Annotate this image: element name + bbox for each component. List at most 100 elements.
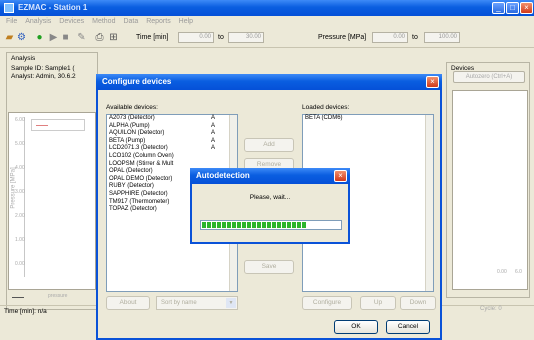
chevron-down-icon[interactable]: ▼ <box>226 298 236 308</box>
menu-help[interactable]: Help <box>179 16 193 28</box>
loaded-scrollbar[interactable] <box>425 115 433 291</box>
about-button[interactable]: About <box>106 296 150 310</box>
bottom-legend-text: pressure <box>48 293 68 299</box>
pressure-from-field[interactable]: 0.00 <box>372 32 408 43</box>
start-icon[interactable]: ● <box>34 32 45 43</box>
x-tick: 6.0 <box>515 269 522 275</box>
table-icon[interactable]: ⊞ <box>108 32 119 43</box>
device-tag: A <box>211 145 216 152</box>
available-device-item[interactable]: BETA (Pump) A <box>107 138 237 146</box>
pressure-graph[interactable]: Pressure [MPa] 6.00 5.00 4.00 3.00 2.00 … <box>8 112 96 290</box>
device-tag: A <box>211 122 216 129</box>
autodetect-message: Please, wait... <box>249 194 291 201</box>
stop-icon[interactable]: ■ <box>60 32 71 43</box>
save-button[interactable]: Save <box>244 260 294 274</box>
time-to-label: to <box>218 34 224 41</box>
device-name: LCO102 (Column Oven) <box>109 152 174 159</box>
right-graph[interactable]: 0.00 6.0 <box>452 90 528 290</box>
device-name: SAPPHIRE (Detector) <box>109 190 168 197</box>
menu-bar: File Analysis Devices Method Data Report… <box>0 16 534 28</box>
device-name: ALPHA (Pump) <box>109 122 150 129</box>
device-name: OPAL (Detector) <box>109 168 153 175</box>
device-name: OPAL DEMO (Detector) <box>109 175 173 182</box>
print-icon[interactable]: ⎙ <box>94 32 105 43</box>
menu-method[interactable]: Method <box>92 16 115 28</box>
y-tick: 2.00 <box>15 213 25 219</box>
y-tick: 6.00 <box>15 117 25 123</box>
pressure-to-label: to <box>412 34 418 41</box>
device-name: TOPAZ (Detector) <box>109 206 157 213</box>
device-name: A2073 (Detector) <box>109 115 155 121</box>
autozero-button[interactable]: Autozero (Ctrl+A) <box>453 71 525 83</box>
add-button[interactable]: Add <box>244 138 294 152</box>
y-tick: 4.00 <box>15 165 25 171</box>
device-name: LOOPSM (Stirrer & Mult <box>109 160 174 167</box>
bottom-legend: pressure <box>8 292 96 302</box>
configure-devices-title-bar: Configure devices × <box>96 74 442 90</box>
available-device-item[interactable]: A2073 (Detector) A <box>107 115 237 123</box>
loaded-devices-label: Loaded devices: <box>302 104 350 111</box>
menu-file[interactable]: File <box>6 16 17 28</box>
legend-line <box>36 125 48 126</box>
dialog-close-button[interactable]: × <box>426 76 439 88</box>
configure-button[interactable]: Configure <box>302 296 352 310</box>
y-tick: 1.00 <box>15 237 25 243</box>
minimize-button[interactable]: _ <box>492 2 505 14</box>
autodetect-title: Autodetection <box>196 171 250 180</box>
close-button[interactable]: × <box>520 2 533 14</box>
y-tick: 0.00 <box>15 261 25 267</box>
app-icon <box>4 3 14 13</box>
device-name: TM917 (Thermometer) <box>109 198 170 205</box>
status-time-text: Time [min]: n/a <box>4 308 47 315</box>
device-name: RUBY (Detector) <box>109 183 154 190</box>
device-name: LCD2071.3 (Detector) <box>109 145 168 152</box>
device-tag: A <box>211 137 216 144</box>
x-tick: 0.00 <box>497 269 507 275</box>
menu-devices[interactable]: Devices <box>59 16 84 28</box>
available-device-item[interactable]: LCO102 (Column Oven) <box>107 153 237 161</box>
sample-id-text: Sample ID: Sample1 ( <box>11 65 75 72</box>
device-tag: A <box>211 115 216 121</box>
bottom-legend-line <box>12 297 24 298</box>
available-devices-label: Available devices: <box>106 104 158 111</box>
available-device-item[interactable]: ALPHA (Pump) A <box>107 123 237 131</box>
toolbar: ▰ ⚙ ● ▶ ■ ✎ ⎙ ⊞ Time [min] 0.00 to 30.00… <box>0 28 534 48</box>
sort-combo-value: Sort by name <box>161 300 197 306</box>
dialog-title: Configure devices <box>102 77 172 86</box>
y-tick: 3.00 <box>15 189 25 195</box>
menu-reports[interactable]: Reports <box>146 16 171 28</box>
settings-icon[interactable]: ⚙ <box>16 32 27 43</box>
cycle-text: Cycle: 0 <box>480 306 502 312</box>
play-icon[interactable]: ▶ <box>48 32 59 43</box>
sort-combo[interactable]: Sort by name ▼ <box>156 296 238 310</box>
ok-button[interactable]: OK <box>334 320 378 334</box>
main-title-bar: EZMAC - Station 1 _ □ × <box>0 0 534 16</box>
open-icon[interactable]: ▰ <box>4 32 15 43</box>
cancel-button[interactable]: Cancel <box>386 320 430 334</box>
y-axis-label: Pressure [MPa] <box>10 167 17 209</box>
available-device-item[interactable]: AQUILON (Detector) A <box>107 130 237 138</box>
analysis-label: Analysis <box>11 55 36 62</box>
up-button[interactable]: Up <box>360 296 396 310</box>
menu-data[interactable]: Data <box>123 16 138 28</box>
maximize-button[interactable]: □ <box>506 2 519 14</box>
pen-icon[interactable]: ✎ <box>76 32 87 43</box>
autodetection-title-bar: Autodetection × <box>190 168 350 184</box>
menu-analysis[interactable]: Analysis <box>25 16 51 28</box>
window-title: EZMAC - Station 1 <box>18 3 88 12</box>
time-from-field[interactable]: 0.00 <box>178 32 214 43</box>
pressure-label: Pressure [MPa] <box>318 34 367 41</box>
device-tag: A <box>211 130 216 137</box>
loaded-device-item[interactable]: BETA (CDM6) <box>303 115 433 123</box>
graph-legend <box>31 119 85 131</box>
available-device-item[interactable]: LCD2071.3 (Detector) A <box>107 145 237 153</box>
progress-fill <box>202 222 306 228</box>
time-to-field[interactable]: 30.00 <box>228 32 264 43</box>
autodetect-close-button[interactable]: × <box>334 170 347 182</box>
pressure-to-field[interactable]: 100.00 <box>424 32 460 43</box>
autodetect-progress-bar <box>200 220 342 230</box>
device-name: BETA (Pump) <box>109 137 146 144</box>
analyst-text: Analyst: Admin, 30.6.2 <box>11 73 76 80</box>
y-tick: 5.00 <box>15 141 25 147</box>
down-button[interactable]: Down <box>400 296 436 310</box>
